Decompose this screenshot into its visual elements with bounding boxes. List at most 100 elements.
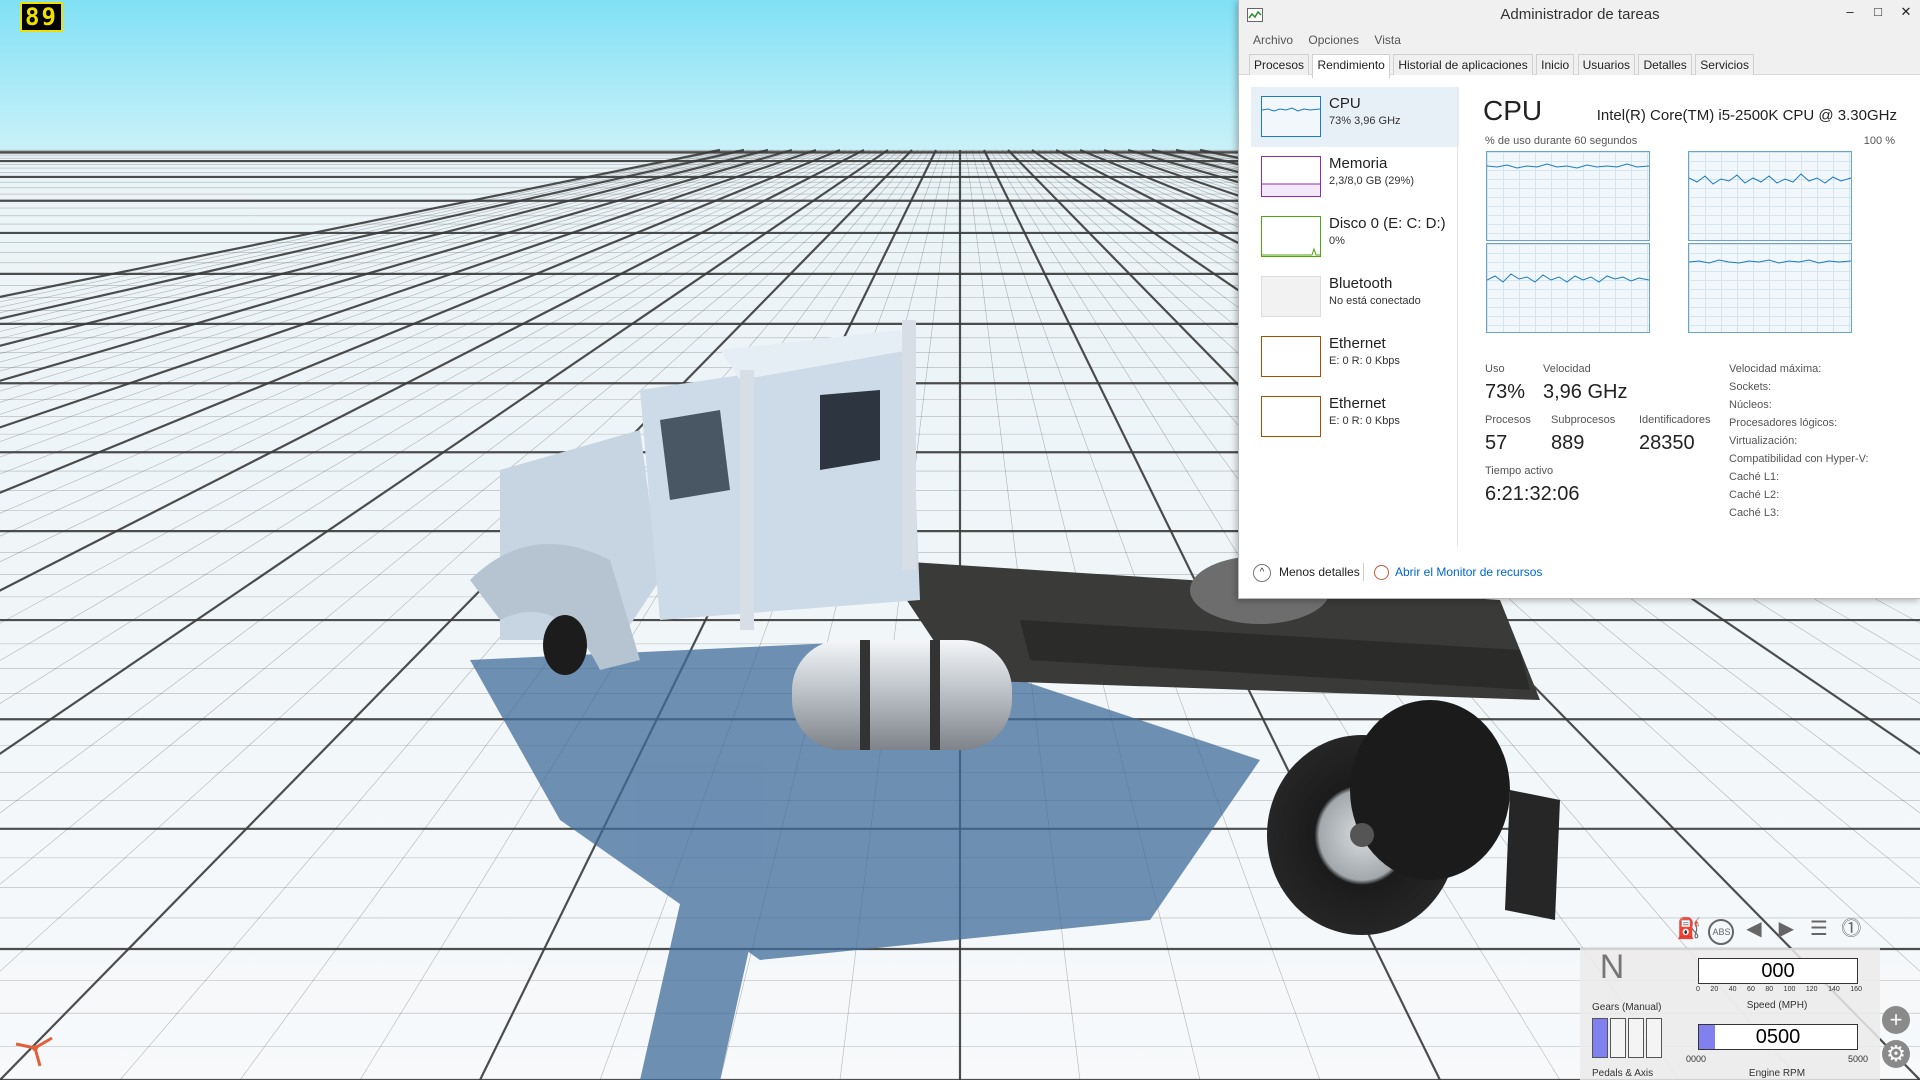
sidebar-item-sub: No está conectado xyxy=(1329,295,1421,307)
cpu-core-graph-2[interactable] xyxy=(1688,151,1852,241)
processes-label: Procesos xyxy=(1485,414,1531,426)
settings-gear-icon[interactable]: ⚙ xyxy=(1882,1040,1910,1068)
rpm-max-label: 5000 xyxy=(1848,1054,1869,1064)
sidebar-item-bluetooth[interactable]: Bluetooth No está conectado xyxy=(1251,267,1459,327)
core-graph-line xyxy=(1487,163,1649,169)
pedal-throttle-bar xyxy=(1592,1018,1608,1058)
sidebar-item-sub: 73% 3,96 GHz xyxy=(1329,115,1401,127)
tab-detalles[interactable]: Detalles xyxy=(1638,54,1692,75)
speed-value: 3,96 GHz xyxy=(1543,381,1628,403)
task-manager-frame: Administrador de tareas – □ ✕ Archivo Op… xyxy=(1238,0,1920,599)
tab-procesos[interactable]: Procesos xyxy=(1249,54,1310,75)
sidebar-item-ethernet-1[interactable]: Ethernet E: 0 R: 0 Kbps xyxy=(1251,327,1459,387)
gear-indicator: N xyxy=(1599,948,1625,986)
performance-panel: CPU 73% 3,96 GHz Memoria 2,3/8,0 GB (29%… xyxy=(1239,75,1920,598)
memory-thumbnail-graph xyxy=(1261,156,1321,197)
sidebar-item-label: Ethernet xyxy=(1329,335,1386,352)
task-manager-window[interactable]: Administrador de tareas – □ ✕ Archivo Op… xyxy=(1238,0,1920,599)
cpu-core-graph-1[interactable] xyxy=(1486,151,1650,241)
ethernet-thumbnail-graph xyxy=(1261,336,1321,377)
tab-historial[interactable]: Historial de aplicaciones xyxy=(1393,54,1533,75)
core-graph-line xyxy=(1689,173,1851,185)
bluetooth-thumbnail xyxy=(1261,276,1321,317)
spec-hyperv: Compatibilidad con Hyper-V: xyxy=(1729,453,1869,465)
vehicle-hud: N Gears (Manual) Pedals & Axis 000 0 20 … xyxy=(1580,948,1880,1080)
resource-monitor-icon[interactable] xyxy=(1374,565,1389,580)
graph-max-label: 100 % xyxy=(1863,135,1895,147)
tab-rendimiento[interactable]: Rendimiento xyxy=(1312,54,1390,78)
pedal-clutch-bar xyxy=(1628,1018,1644,1058)
spec-l3-cache: Caché L3: xyxy=(1729,507,1780,519)
speedometer: 000 xyxy=(1698,958,1858,984)
chevron-up-icon[interactable]: ^ xyxy=(1253,564,1271,582)
warning-icon: ⓵ xyxy=(1841,918,1862,940)
speed-label: Speed (MPH) xyxy=(1746,1000,1808,1011)
graph-caption: % de uso durante 60 segundos xyxy=(1485,135,1638,147)
menu-archivo[interactable]: Archivo xyxy=(1247,30,1299,50)
speed-tick: 160 xyxy=(1850,986,1862,993)
sidebar-item-cpu[interactable]: CPU 73% 3,96 GHz xyxy=(1251,87,1459,147)
speed-tick: 80 xyxy=(1765,986,1774,993)
spec-sockets: Sockets: xyxy=(1729,381,1772,393)
pedal-brake-bar xyxy=(1610,1018,1626,1058)
spec-virtualization: Virtualización: xyxy=(1729,435,1798,447)
sidebar-item-ethernet-2[interactable]: Ethernet E: 0 R: 0 Kbps xyxy=(1251,387,1459,447)
disk-thumbnail-graph xyxy=(1261,216,1321,257)
cpu-thumbnail-graph xyxy=(1261,96,1321,137)
tachometer: 0500 xyxy=(1698,1024,1858,1050)
zoom-in-icon[interactable]: + xyxy=(1882,1006,1910,1034)
sidebar-item-sub: E: 0 R: 0 Kbps xyxy=(1329,355,1400,367)
spec-logical-processors: Procesadores lógicos: xyxy=(1729,417,1838,429)
handles-value: 28350 xyxy=(1639,432,1695,454)
axis-gizmo-icon xyxy=(15,1036,53,1067)
left-signal-icon: ◀ xyxy=(1746,918,1762,940)
sidebar-item-memoria[interactable]: Memoria 2,3/8,0 GB (29%) xyxy=(1251,147,1459,207)
pedals-label: Pedals & Axis xyxy=(1592,1068,1654,1079)
sidebar-item-label: Memoria xyxy=(1329,155,1388,172)
cpu-core-graph-4[interactable] xyxy=(1688,243,1852,333)
sidebar-item-label: Disco 0 (E: C: D:) xyxy=(1329,215,1446,232)
spec-cores: Núcleos: xyxy=(1729,399,1772,411)
tab-usuarios[interactable]: Usuarios xyxy=(1577,54,1635,75)
tab-inicio[interactable]: Inicio xyxy=(1536,54,1575,75)
threads-label: Subprocesos xyxy=(1551,414,1616,426)
open-resource-monitor-link[interactable]: Abrir el Monitor de recursos xyxy=(1395,565,1542,579)
sidebar-item-disco[interactable]: Disco 0 (E: C: D:) 0% xyxy=(1251,207,1459,267)
cpu-heading: CPU xyxy=(1483,95,1543,126)
core-graph-line xyxy=(1487,273,1649,283)
menu-bar: Archivo Opciones Vista xyxy=(1239,30,1920,50)
spec-max-speed: Velocidad máxima: xyxy=(1729,363,1822,375)
tab-bar: Procesos Rendimiento Historial de aplica… xyxy=(1239,50,1920,78)
speed-tick: 0 xyxy=(1696,986,1700,993)
speed-label: Velocidad xyxy=(1543,363,1591,375)
spec-l1-cache: Caché L1: xyxy=(1729,471,1780,483)
divider xyxy=(1457,87,1458,547)
menu-vista[interactable]: Vista xyxy=(1368,30,1406,50)
footer-separator xyxy=(1363,563,1364,581)
headlight-icon: ☰ xyxy=(1809,918,1828,940)
gears-label: Gears (Manual) xyxy=(1592,1002,1662,1013)
speed-tick: 100 xyxy=(1783,986,1796,993)
window-title: Administrador de tareas xyxy=(1500,6,1660,23)
abs-icon: ABS xyxy=(1708,919,1735,945)
close-button[interactable]: ✕ xyxy=(1893,2,1919,22)
speed-tick: 40 xyxy=(1728,986,1737,993)
title-bar[interactable]: Administrador de tareas – □ ✕ xyxy=(1239,0,1920,30)
fps-counter: 89 xyxy=(20,2,63,32)
usage-label: Uso xyxy=(1485,363,1505,375)
uptime-label: Tiempo activo xyxy=(1485,465,1554,477)
minimize-button[interactable]: – xyxy=(1837,2,1863,22)
sidebar-item-sub: 0% xyxy=(1329,235,1345,247)
maximize-button[interactable]: □ xyxy=(1865,2,1891,22)
cpu-core-graph-3[interactable] xyxy=(1486,243,1650,333)
speed-tick: 140 xyxy=(1828,986,1840,993)
fewer-details-button[interactable]: Menos detalles xyxy=(1279,565,1360,579)
tab-servicios[interactable]: Servicios xyxy=(1695,54,1754,75)
resource-list: CPU 73% 3,96 GHz Memoria 2,3/8,0 GB (29%… xyxy=(1251,87,1459,447)
spec-l2-cache: Caché L2: xyxy=(1729,489,1780,501)
rpm-min-label: 0000 xyxy=(1686,1054,1707,1064)
menu-opciones[interactable]: Opciones xyxy=(1302,30,1365,50)
sidebar-item-label: Ethernet xyxy=(1329,395,1386,412)
rpm-fill-bar xyxy=(1699,1025,1715,1049)
uptime-value: 6:21:32:06 xyxy=(1485,483,1580,505)
